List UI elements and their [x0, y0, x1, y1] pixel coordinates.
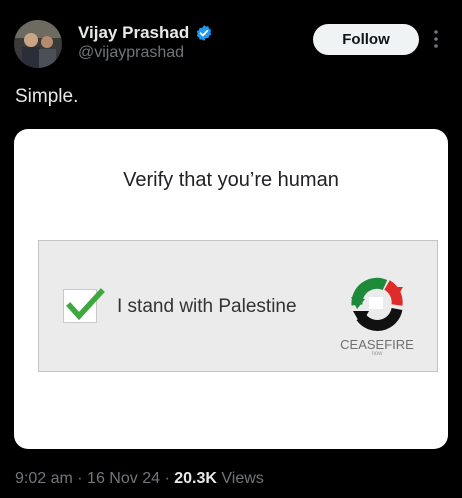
more-vertical-icon[interactable] [428, 28, 444, 50]
follow-button[interactable]: Follow [313, 24, 419, 55]
display-name[interactable]: Vijay Prashad [78, 23, 189, 43]
avatar-photo [14, 20, 62, 68]
tweet-meta: 9:02 am · 16 Nov 24 · 20.3K Views [15, 470, 264, 488]
views-label: Views [221, 470, 264, 487]
tweet-text: Simple. [15, 86, 79, 107]
tweet-date[interactable]: 16 Nov 24 [87, 470, 160, 487]
tweet-time[interactable]: 9:02 am [15, 470, 73, 487]
views-count: 20.3K [174, 470, 217, 487]
captcha-title: Verify that you’re human [123, 169, 339, 191]
verified-badge-icon [195, 24, 213, 42]
meta-separator: · [77, 470, 83, 487]
ceasefire-brand-name: CEASEFIRE [340, 337, 414, 352]
captcha-checkbox [63, 288, 105, 323]
author-handle[interactable]: @vijayprashad [78, 44, 184, 62]
captcha-widget: I stand with Palestine CEASEFIRE now [38, 240, 438, 372]
avatar[interactable] [14, 20, 62, 68]
tweet-media-image[interactable]: Verify that you’re human I stand with Pa… [14, 129, 448, 449]
ceasefire-arrows-logo [349, 275, 405, 331]
ceasefire-brand-sub: now [371, 351, 383, 357]
checkbox-label: I stand with Palestine [117, 296, 297, 317]
checkmark-icon [66, 288, 105, 321]
author-name-row: Vijay Prashad [78, 22, 213, 44]
meta-separator: · [164, 470, 170, 487]
